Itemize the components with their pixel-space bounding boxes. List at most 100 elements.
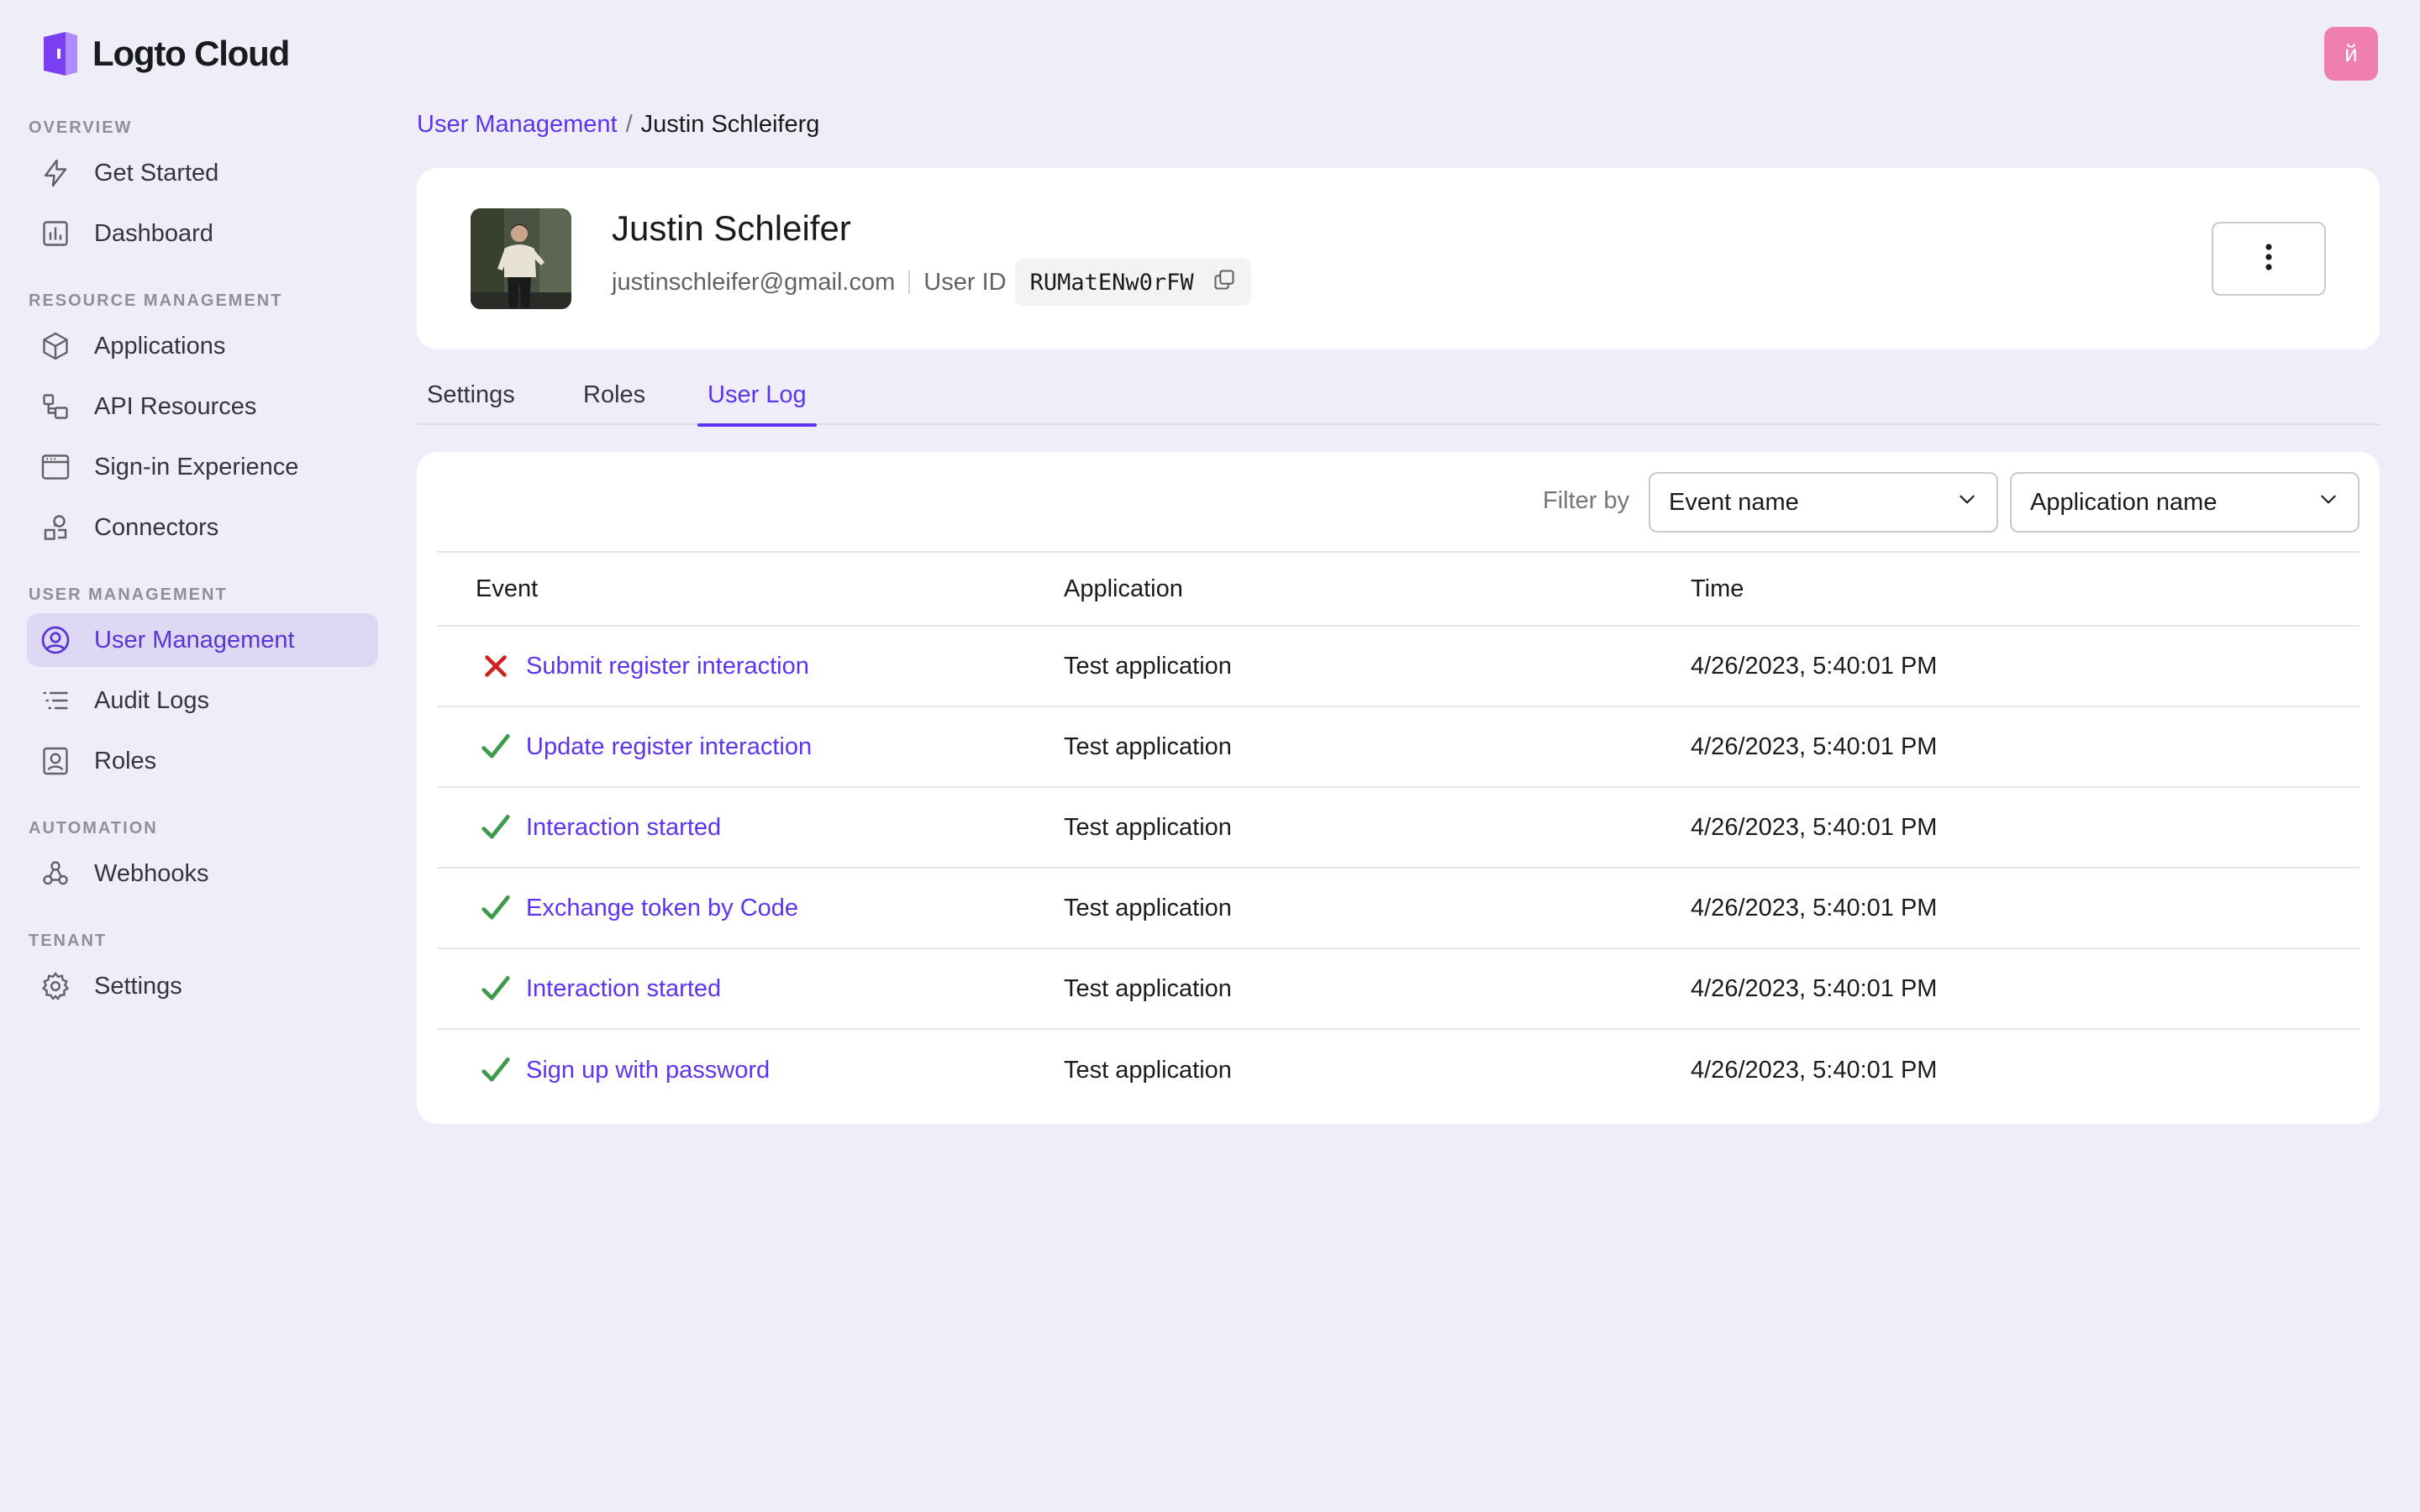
- cube-icon: [40, 331, 71, 361]
- table-row[interactable]: Exchange token by Code Test application …: [437, 869, 2360, 949]
- sidebar-item-label: Roles: [94, 747, 157, 774]
- sidebar: OVERVIEW Get Started Dashboard RESOURCE …: [27, 109, 378, 1020]
- table-row[interactable]: Submit register interaction Test applica…: [437, 627, 2360, 707]
- user-id-chip: RUMatENw0rFW: [1014, 259, 1251, 306]
- column-header-time: Time: [1691, 575, 1744, 602]
- event-name-select[interactable]: Event name: [1649, 472, 1998, 533]
- browser-icon: [40, 452, 71, 482]
- sidebar-item-webhooks[interactable]: Webhooks: [27, 847, 378, 900]
- nav-group-title: OVERVIEW: [29, 118, 133, 137]
- event-link[interactable]: Interaction started: [526, 975, 721, 1003]
- filter-label: Filter by: [1543, 487, 1630, 514]
- nav-group-title: TENANT: [29, 932, 108, 950]
- more-options-button[interactable]: [2212, 222, 2326, 296]
- application-cell: Test application: [1064, 1056, 1232, 1084]
- application-name-select[interactable]: Application name: [2010, 472, 2360, 533]
- chevron-down-icon: [1956, 488, 1978, 517]
- sidebar-item-label: API Resources: [94, 392, 257, 420]
- success-check-icon: [479, 972, 513, 1005]
- sidebar-item-roles[interactable]: Roles: [27, 734, 378, 788]
- sidebar-item-connectors[interactable]: Connectors: [27, 501, 378, 554]
- app-name: Logto Cloud: [92, 34, 290, 73]
- table-row[interactable]: Update register interaction Test applica…: [437, 707, 2360, 788]
- sidebar-item-audit-logs[interactable]: Audit Logs: [27, 674, 378, 727]
- sidebar-item-label: Settings: [94, 972, 182, 1000]
- breadcrumb-separator: /: [625, 110, 633, 138]
- table-header: Event Application Time: [437, 551, 2360, 627]
- sidebar-item-label: Webhooks: [94, 859, 209, 887]
- tab-settings[interactable]: Settings: [417, 370, 525, 425]
- event-link[interactable]: Interaction started: [526, 814, 721, 842]
- user-name: Justin Schleifer: [612, 208, 851, 248]
- sidebar-item-settings[interactable]: Settings: [27, 959, 378, 1013]
- copy-icon[interactable]: [1213, 268, 1236, 297]
- bolt-icon: [40, 158, 71, 188]
- sidebar-item-applications[interactable]: Applications: [27, 319, 378, 373]
- time-cell: 4/26/2023, 5:40:01 PM: [1691, 813, 1938, 841]
- user-meta: justinschleifer@gmail.com User ID RUMatE…: [612, 259, 1251, 306]
- app-logo[interactable]: Logto Cloud: [40, 30, 290, 77]
- breadcrumb-user-management-link[interactable]: User Management: [417, 111, 618, 139]
- error-x-icon: [479, 649, 513, 683]
- time-cell: 4/26/2023, 5:40:01 PM: [1691, 732, 1938, 760]
- user-id-label: User ID: [923, 268, 1007, 296]
- meta-divider: [908, 270, 911, 294]
- role-icon: [40, 746, 71, 776]
- connector-icon: [40, 512, 71, 543]
- tab-user-log[interactable]: User Log: [697, 370, 817, 427]
- sidebar-item-api-resources[interactable]: API Resources: [27, 380, 378, 433]
- user-photo: [471, 208, 571, 309]
- sidebar-item-user-management[interactable]: User Management: [27, 613, 378, 667]
- sidebar-item-label: Audit Logs: [94, 686, 210, 714]
- nav-group-title: USER MANAGEMENT: [29, 585, 228, 604]
- sidebar-item-label: Connectors: [94, 513, 219, 541]
- event-link[interactable]: Update register interaction: [526, 733, 812, 761]
- chevron-down-icon: [2317, 488, 2339, 517]
- column-header-event: Event: [476, 575, 539, 602]
- nav-group-title: AUTOMATION: [29, 819, 158, 837]
- event-link[interactable]: Submit register interaction: [526, 653, 809, 680]
- tab-roles[interactable]: Roles: [573, 370, 655, 425]
- application-cell: Test application: [1064, 732, 1232, 760]
- application-name-select-value: Application name: [2030, 488, 2217, 516]
- table-row[interactable]: Sign up with password Test application 4…: [437, 1030, 2360, 1110]
- time-cell: 4/26/2023, 5:40:01 PM: [1691, 974, 1938, 1002]
- sidebar-item-label: Get Started: [94, 159, 219, 186]
- sidebar-item-sign-in-experience[interactable]: Sign-in Experience: [27, 440, 378, 494]
- application-cell: Test application: [1064, 894, 1232, 921]
- success-check-icon: [479, 811, 513, 844]
- time-cell: 4/26/2023, 5:40:01 PM: [1691, 894, 1938, 921]
- breadcrumb: User Management / Justin Schleiferg: [417, 108, 819, 141]
- user-email: justinschleifer@gmail.com: [612, 268, 896, 296]
- user-circle-icon: [40, 625, 71, 655]
- event-name-select-value: Event name: [1669, 488, 1799, 516]
- application-cell: Test application: [1064, 974, 1232, 1002]
- sidebar-item-get-started[interactable]: Get Started: [27, 146, 378, 200]
- user-id-value: RUMatENw0rFW: [1029, 269, 1194, 296]
- event-link[interactable]: Sign up with password: [526, 1057, 770, 1084]
- sidebar-item-label: User Management: [94, 626, 295, 654]
- logto-logo-icon: [40, 30, 81, 77]
- table-row[interactable]: Interaction started Test application 4/2…: [437, 788, 2360, 869]
- webhook-icon: [40, 858, 71, 889]
- application-cell: Test application: [1064, 813, 1232, 841]
- user-avatar-button[interactable]: й: [2324, 27, 2378, 81]
- column-header-application: Application: [1064, 575, 1183, 602]
- breadcrumb-current: Justin Schleiferg: [640, 110, 820, 138]
- table-row[interactable]: Interaction started Test application 4/2…: [437, 949, 2360, 1030]
- chart-icon: [40, 218, 71, 249]
- sidebar-item-label: Applications: [94, 332, 226, 360]
- success-check-icon: [479, 1053, 513, 1087]
- nav-group-title: RESOURCE MANAGEMENT: [29, 291, 283, 310]
- sidebar-item-label: Dashboard: [94, 219, 213, 247]
- sidebar-item-label: Sign-in Experience: [94, 453, 299, 480]
- time-cell: 4/26/2023, 5:40:01 PM: [1691, 1056, 1938, 1084]
- user-header-card: Justin Schleifer justinschleifer@gmail.c…: [417, 168, 2380, 349]
- success-check-icon: [479, 891, 513, 925]
- user-log-table: Event Application Time Submit register i…: [437, 551, 2360, 1110]
- event-link[interactable]: Exchange token by Code: [526, 895, 798, 922]
- api-icon: [40, 391, 71, 422]
- user-tabs: Settings Roles User Log: [417, 370, 2380, 427]
- time-cell: 4/26/2023, 5:40:01 PM: [1691, 652, 1938, 680]
- sidebar-item-dashboard[interactable]: Dashboard: [27, 207, 378, 260]
